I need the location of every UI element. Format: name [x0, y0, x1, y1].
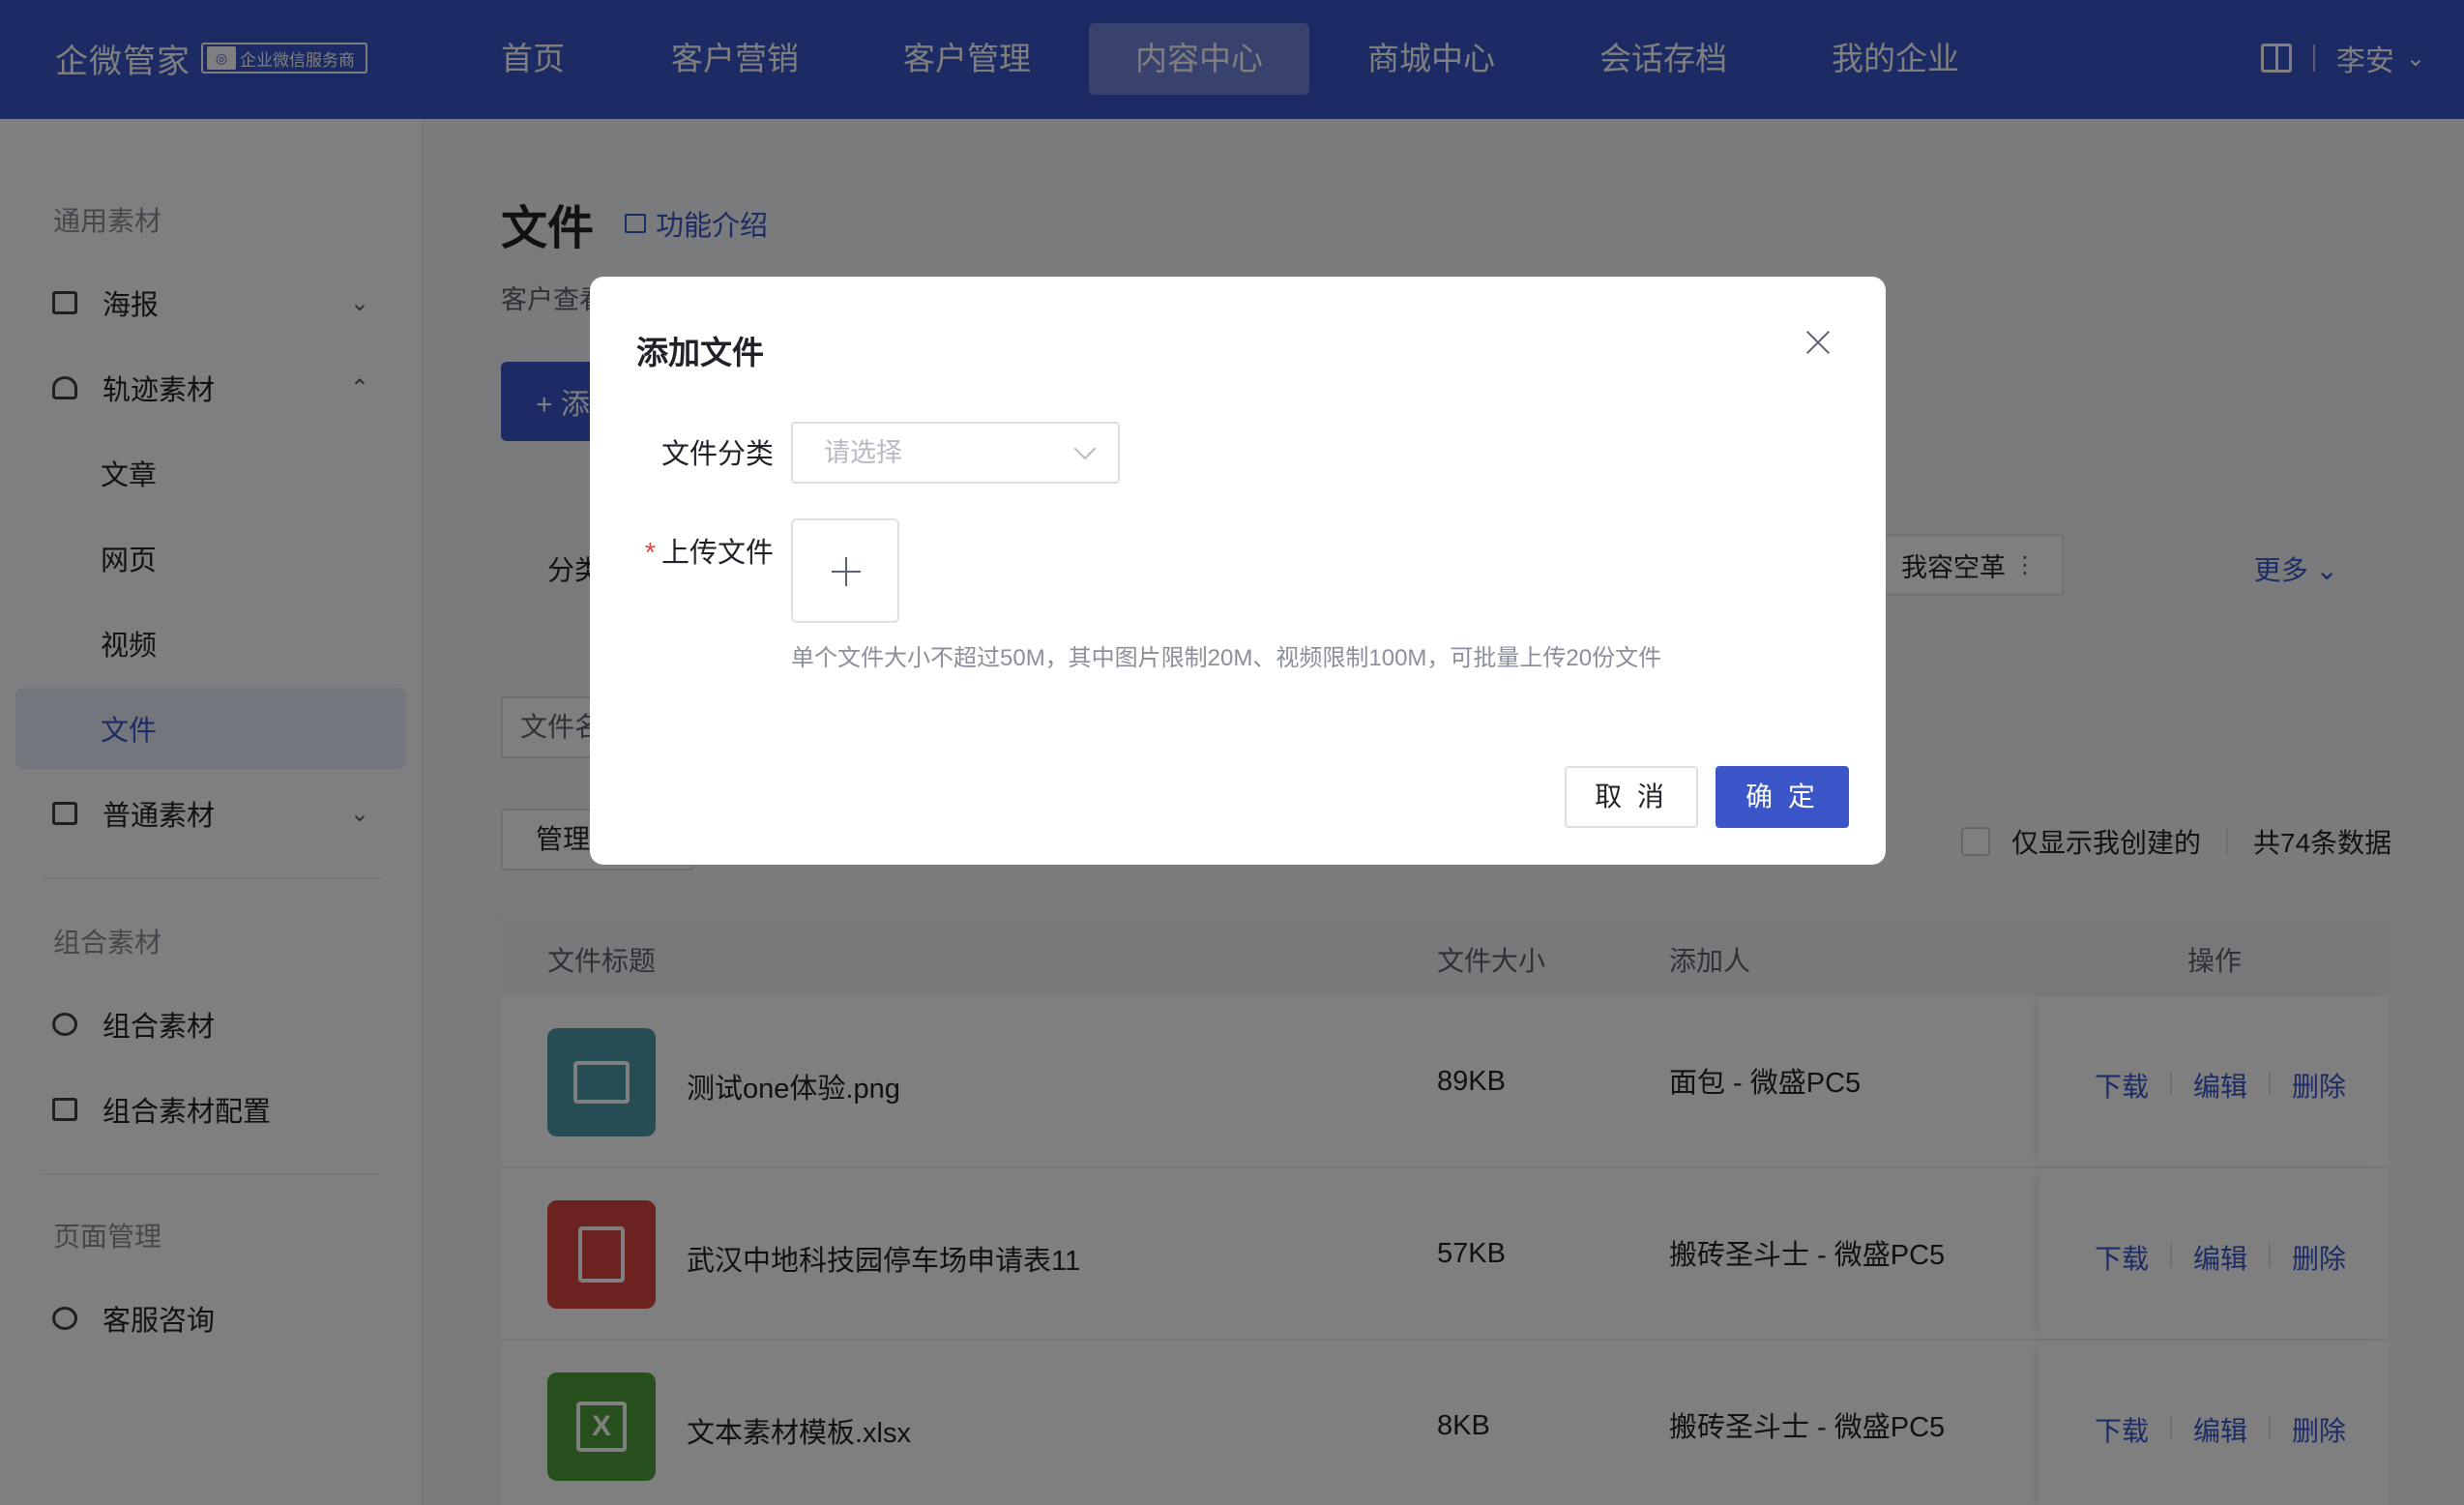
upload-label: * 上传文件	[590, 530, 774, 571]
upload-file-button[interactable]	[791, 518, 899, 623]
category-placeholder: 请选择	[824, 438, 902, 467]
close-icon[interactable]	[1804, 329, 1832, 356]
upload-tip: 单个文件大小不超过50M，其中图片限制20M、视频限制100M，可批量上传20份…	[791, 645, 1662, 671]
upload-label-text: 上传文件	[660, 538, 774, 569]
add-file-dialog: 添加文件 文件分类 请选择 * 上传文件 单个文件大小不超过50M，其中图片限制2…	[590, 277, 1886, 865]
chevron-down-icon	[1073, 437, 1097, 460]
category-label: 文件分类	[660, 439, 774, 470]
cancel-button[interactable]: 取 消	[1565, 766, 1698, 828]
required-asterisk: *	[644, 538, 656, 569]
confirm-button[interactable]: 确 定	[1716, 766, 1849, 828]
dialog-title: 添加文件	[636, 335, 764, 370]
category-select[interactable]: 请选择	[791, 422, 1120, 484]
